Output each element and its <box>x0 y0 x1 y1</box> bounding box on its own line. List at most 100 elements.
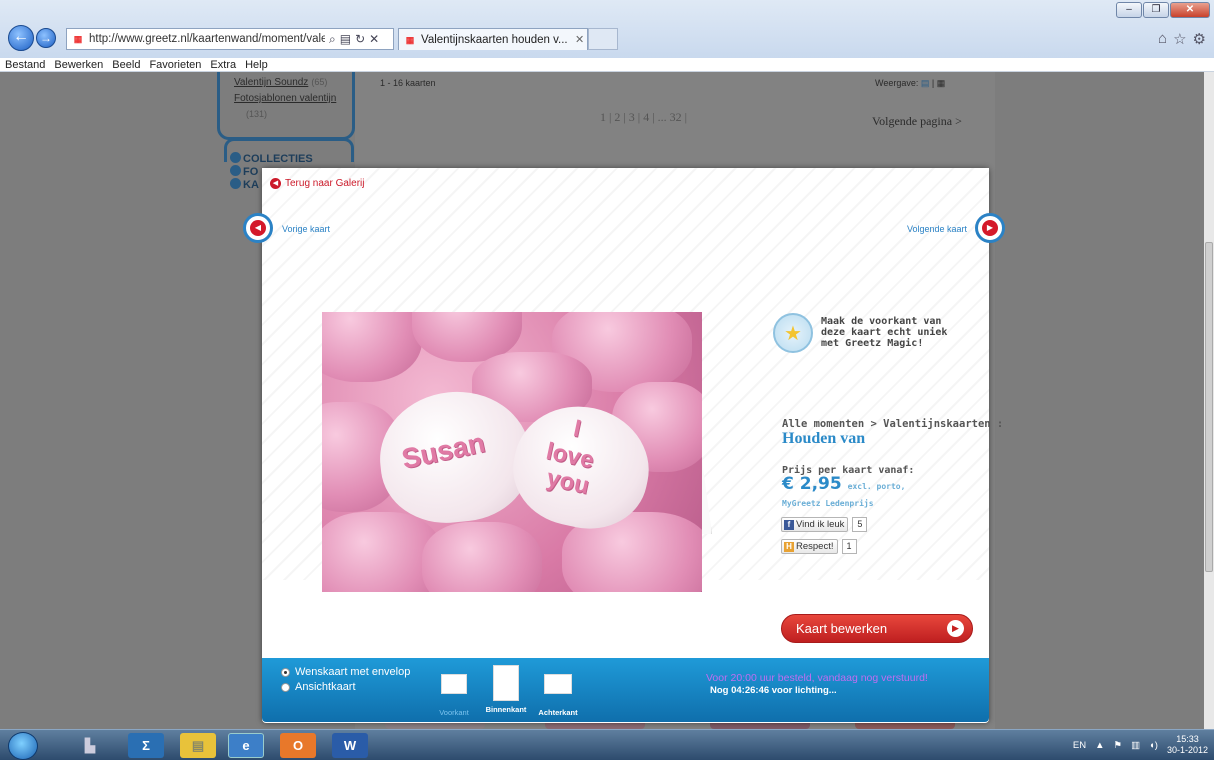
view-front-label: Voorkant <box>439 708 469 717</box>
greetz-magic-text[interactable]: Maak de voorkant van deze kaart echt uni… <box>821 316 951 349</box>
settings-gear-icon[interactable]: ⚙ <box>1193 30 1206 48</box>
view-back[interactable]: Achterkant <box>534 665 582 717</box>
view-inside[interactable]: Binnenkant <box>482 665 530 714</box>
option-card-with-envelope-label: Wenskaart met envelop <box>295 666 411 678</box>
search-icon[interactable]: ⌕ <box>329 32 336 47</box>
internet-explorer-icon[interactable]: e <box>228 733 264 758</box>
menu-help[interactable]: Help <box>245 58 268 71</box>
home-icon[interactable]: ⌂ <box>1158 30 1167 48</box>
minimize-button[interactable]: – <box>1116 2 1142 18</box>
menu-beeld[interactable]: Beeld <box>112 58 140 71</box>
menu-bestand[interactable]: Bestand <box>5 58 45 71</box>
breadcrumb[interactable]: Alle momenten > Valentijnskaarten : <box>782 418 1003 430</box>
card-front-image: Susan I love you <box>322 312 702 592</box>
bg-pagination[interactable]: 1 | 2 | 3 | 4 | ... 32 | <box>600 110 687 125</box>
vertical-scrollbar[interactable] <box>1204 72 1214 729</box>
facebook-like-widget: f Vind ik leuk 5 <box>781 517 868 532</box>
maximize-button[interactable]: ❐ <box>1143 2 1169 18</box>
bg-link-soundz[interactable]: Valentijn Soundz <box>234 77 308 88</box>
back-button[interactable]: ← <box>8 25 34 51</box>
view-inside-thumbnail <box>493 665 519 701</box>
radio-selected-icon[interactable] <box>281 667 290 677</box>
bullet-icon <box>230 178 241 189</box>
tab-close-icon[interactable]: ✕ <box>575 33 584 46</box>
greetz-magic-star-icon[interactable]: ★ <box>773 313 813 353</box>
option-postcard[interactable]: Ansichtkaart <box>281 681 356 693</box>
edit-card-label: Kaart bewerken <box>796 621 888 636</box>
back-to-gallery-link[interactable]: ◀ Terug naar Galerij <box>270 178 364 189</box>
bg-card-count: 1 - 16 kaarten <box>380 78 436 88</box>
volume-icon[interactable]: ◖) <box>1149 740 1158 751</box>
view-front[interactable]: Voorkant <box>430 665 478 717</box>
bg-collecties-label[interactable]: COLLECTIES <box>243 153 313 165</box>
facebook-like-count: 5 <box>852 517 868 532</box>
new-tab-button[interactable] <box>588 28 618 50</box>
address-bar[interactable]: ▦ http://www.greetz.nl/kaartenwand/momen… <box>66 28 394 50</box>
price-value: € 2,95 excl. porto, <box>782 474 905 494</box>
prev-arrow-icon: ◀ <box>250 220 266 236</box>
view-back-label: Achterkant <box>538 708 578 717</box>
facebook-icon: f <box>784 519 794 530</box>
show-hidden-icons-icon[interactable]: ▲ <box>1095 740 1104 751</box>
view-back-thumbnail <box>544 674 572 694</box>
favorites-star-icon[interactable]: ☆ <box>1173 30 1186 48</box>
explorer-folder-icon[interactable]: ▤ <box>180 733 216 758</box>
powershell-icon[interactable]: Σ <box>128 733 164 758</box>
scrollbar-thumb[interactable] <box>1205 242 1213 572</box>
site-favicon-icon: ▦ <box>73 34 83 44</box>
tab-active[interactable]: ▦ Valentijnskaarten houden v... ✕ <box>398 28 588 50</box>
address-url[interactable]: http://www.greetz.nl/kaartenwand/moment/… <box>89 33 325 45</box>
price-note: excl. porto, <box>847 482 906 491</box>
network-icon[interactable]: ▥ <box>1131 740 1140 751</box>
grid-view-icon[interactable]: ▦ <box>937 78 946 88</box>
menu-favorieten[interactable]: Favorieten <box>149 58 201 71</box>
edit-card-button[interactable]: Kaart bewerken ▶ <box>781 614 973 643</box>
hyves-icon: H <box>784 541 794 552</box>
prev-card-button[interactable]: ◀ <box>243 213 273 243</box>
edit-arrow-icon: ▶ <box>947 620 964 637</box>
option-postcard-label: Ansichtkaart <box>295 681 356 693</box>
next-card-button[interactable]: ▶ <box>975 213 1005 243</box>
system-tray: EN ▲ ⚑ ▥ ◖) 15:33 30-1-2012 <box>1073 734 1208 756</box>
stop-icon[interactable]: ✕ <box>369 32 379 46</box>
tab-title: Valentijnskaarten houden v... <box>421 33 568 46</box>
respect-count: 1 <box>841 539 857 554</box>
close-window-button[interactable]: ✕ <box>1170 2 1210 18</box>
bg-fo-label[interactable]: FO <box>243 166 258 178</box>
bg-link-soundz-count: (65) <box>311 77 328 87</box>
outlook-icon[interactable]: O <box>280 733 316 758</box>
radio-unselected-icon[interactable] <box>281 682 290 692</box>
clock-time: 15:33 <box>1176 734 1199 744</box>
prev-card-label[interactable]: Vorige kaart <box>282 224 330 234</box>
refresh-icon[interactable]: ↻ <box>355 32 365 46</box>
forward-button[interactable]: → <box>36 28 56 48</box>
view-front-thumbnail <box>441 674 467 694</box>
page-viewport: Valentijn Soundz (65) Fotosjablonen vale… <box>0 72 1204 729</box>
action-center-flag-icon[interactable]: ⚑ <box>1114 740 1123 751</box>
shipping-promo: Voor 20:00 uur besteld, vandaag nog vers… <box>706 672 928 684</box>
menu-extra[interactable]: Extra <box>210 58 236 71</box>
bg-ka-label[interactable]: KA <box>243 179 259 191</box>
bg-next-page[interactable]: Volgende pagina > <box>872 114 962 129</box>
respect-button[interactable]: H Respect! <box>781 539 838 554</box>
member-price-link[interactable]: MyGreetz Ledenprijs <box>782 499 874 508</box>
compat-view-icon[interactable]: ▤ <box>340 32 351 46</box>
option-card-with-envelope[interactable]: Wenskaart met envelop <box>281 666 410 678</box>
card-options-bar: Wenskaart met envelop Ansichtkaart Voork… <box>262 658 989 722</box>
price-amount: € 2,95 <box>782 474 842 494</box>
marshmallow-shape <box>422 522 542 592</box>
shipping-timer: Nog 04:26:46 voor lichting... <box>710 685 837 696</box>
network-app-icon[interactable]: ▙ <box>72 733 108 758</box>
language-indicator[interactable]: EN <box>1073 740 1086 751</box>
next-card-label[interactable]: Volgende kaart <box>907 224 967 234</box>
menu-bewerken[interactable]: Bewerken <box>54 58 103 71</box>
background-filter-box: Valentijn Soundz (65) Fotosjablonen vale… <box>217 72 355 140</box>
start-button[interactable] <box>8 732 38 760</box>
clock[interactable]: 15:33 30-1-2012 <box>1167 734 1208 756</box>
bg-link-fotosjablonen[interactable]: Fotosjablonen valentijn <box>234 93 336 104</box>
bullet-icon <box>230 152 241 163</box>
word-icon[interactable]: W <box>332 733 368 758</box>
facebook-like-button[interactable]: f Vind ik leuk <box>781 517 849 532</box>
back-to-gallery-label: Terug naar Galerij <box>285 178 365 189</box>
list-view-icon[interactable]: ▤ <box>921 78 930 88</box>
